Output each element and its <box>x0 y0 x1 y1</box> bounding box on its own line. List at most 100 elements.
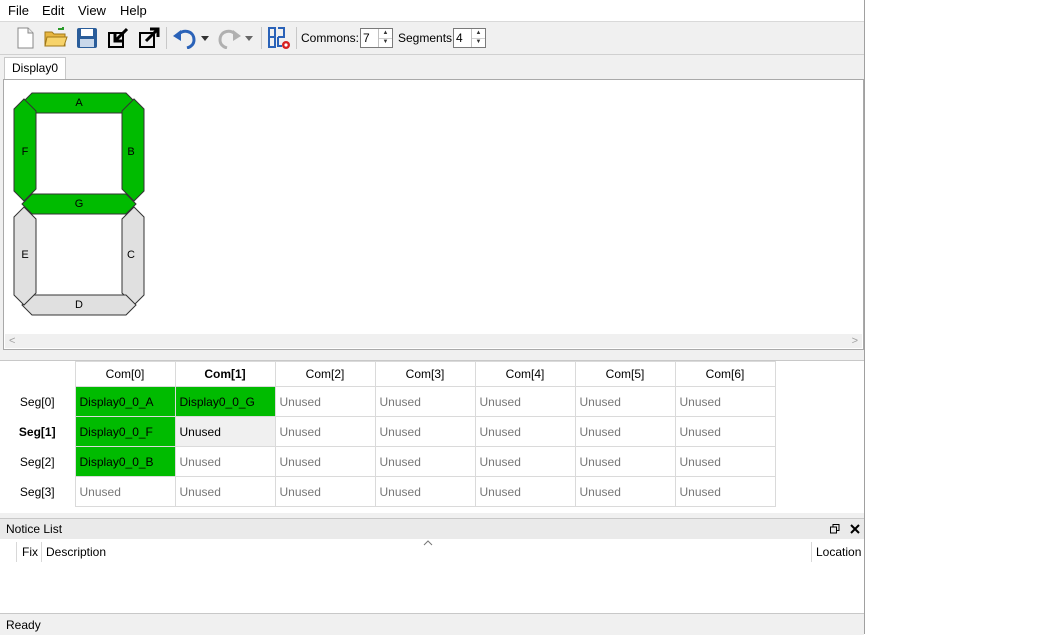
segment-label-a: A <box>75 97 83 109</box>
row-header-seg-0[interactable]: Seg[0] <box>0 387 75 417</box>
open-folder-icon <box>44 27 68 47</box>
open-file-button[interactable] <box>43 25 69 51</box>
export-button[interactable] <box>136 25 162 51</box>
redo-button[interactable] <box>216 25 242 51</box>
redo-dropdown[interactable] <box>242 25 256 51</box>
mapping-cell[interactable]: Unused <box>674 416 776 447</box>
mapping-cell[interactable]: Unused <box>574 446 676 477</box>
commons-spinbox[interactable]: 7 ▲ ▼ <box>360 28 393 48</box>
mapping-cell[interactable]: Display0_0_F <box>74 416 176 447</box>
tab-strip: Display0 <box>0 55 864 79</box>
column-header-com-5[interactable]: Com[5] <box>574 361 676 387</box>
commons-value: 7 <box>363 31 370 45</box>
mapping-cell[interactable]: Display0_0_G <box>174 386 276 417</box>
mapping-cell[interactable]: Unused <box>474 386 576 417</box>
column-header-com-6[interactable]: Com[6] <box>674 361 776 387</box>
mapping-cell[interactable]: Unused <box>574 386 676 417</box>
mapping-grid: Com[0] Com[1] Com[2] Com[3] Com[4] Com[5] Com[… <box>0 360 864 513</box>
scroll-right-icon[interactable]: > <box>852 334 858 348</box>
notice-list-titlebar: Notice List <box>0 518 864 540</box>
column-header-com-1[interactable]: Com[1] <box>174 361 276 387</box>
mapping-cell[interactable]: Unused <box>374 386 476 417</box>
chevron-down-icon <box>245 36 253 41</box>
column-location[interactable]: Location <box>816 545 861 559</box>
mapping-cell[interactable]: Unused <box>474 446 576 477</box>
segments-value: 4 <box>456 31 463 45</box>
save-disk-icon <box>77 28 97 48</box>
table-row: Seg[0] Display0_0_A Display0_0_G Unused Unus… <box>0 386 776 417</box>
segment-label-g: G <box>75 198 84 210</box>
column-description[interactable]: Description <box>46 545 106 559</box>
mapping-cell[interactable]: Unused <box>674 476 776 507</box>
application-window: File Edit View Help Commons: 7 ▲ ▼ Segme… <box>0 0 865 635</box>
commons-decrement-button[interactable]: ▼ <box>379 38 392 47</box>
column-separator <box>16 542 17 562</box>
mapping-cell[interactable]: Unused <box>374 476 476 507</box>
tab-display0[interactable]: Display0 <box>4 57 66 79</box>
column-separator <box>811 542 812 562</box>
menu-help[interactable]: Help <box>120 3 147 18</box>
row-header-seg-1[interactable]: Seg[1] <box>0 417 75 447</box>
toolbar-separator <box>261 27 262 49</box>
notice-list-title: Notice List <box>6 522 63 536</box>
mapping-cell[interactable]: Unused <box>674 446 776 477</box>
redo-icon <box>218 29 241 49</box>
column-header-com-3[interactable]: Com[3] <box>374 361 476 387</box>
mapping-cell[interactable]: Unused <box>574 476 676 507</box>
segments-spinbox[interactable]: 4 ▲ ▼ <box>453 28 486 48</box>
import-button[interactable] <box>105 25 131 51</box>
column-header-com-2[interactable]: Com[2] <box>274 361 376 387</box>
menu-bar: File Edit View Help <box>0 0 864 22</box>
save-button[interactable] <box>74 25 100 51</box>
mapping-cell[interactable]: Unused <box>274 476 376 507</box>
mapping-cell[interactable]: Unused <box>374 446 476 477</box>
mapping-cell[interactable]: Display0_0_B <box>74 446 176 477</box>
segments-spin-arrows: ▲ ▼ <box>471 29 485 47</box>
mapping-cell[interactable]: Unused <box>574 416 676 447</box>
mapping-cell[interactable]: Unused <box>474 416 576 447</box>
undo-dropdown[interactable] <box>198 25 212 51</box>
mapping-cell[interactable]: Display0_0_A <box>74 386 176 417</box>
restore-window-icon[interactable] <box>830 524 840 534</box>
mapping-cell[interactable]: Unused <box>174 446 276 477</box>
toolbar: Commons: 7 ▲ ▼ Segments: 4 ▲ ▼ <box>0 22 864 55</box>
menu-edit[interactable]: Edit <box>42 3 64 18</box>
status-text: Ready <box>6 618 41 632</box>
generate-button[interactable] <box>266 25 292 51</box>
column-header-com-0[interactable]: Com[0] <box>74 361 176 387</box>
table-row: Seg[2] Display0_0_B Unused Unused Unused Unus… <box>0 446 776 477</box>
menu-view[interactable]: View <box>78 3 106 18</box>
new-file-button[interactable] <box>12 25 38 51</box>
mapping-cell[interactable]: Unused <box>174 476 276 507</box>
mapping-cell[interactable]: Unused <box>74 476 176 507</box>
column-header-com-4[interactable]: Com[4] <box>474 361 576 387</box>
display-canvas: A B C D E F G < > <box>3 79 864 350</box>
mapping-cell[interactable]: Unused <box>674 386 776 417</box>
close-icon[interactable] <box>850 524 860 534</box>
segment-label-b: B <box>127 146 134 158</box>
mapping-cell[interactable]: Unused <box>374 416 476 447</box>
table-row: Seg[3] Unused Unused Unused Unused Unused Unus… <box>0 476 776 507</box>
new-file-icon <box>17 27 34 49</box>
mapping-cell[interactable]: Unused <box>274 446 376 477</box>
commons-spin-arrows: ▲ ▼ <box>378 29 392 47</box>
scroll-left-icon[interactable]: < <box>9 334 15 348</box>
undo-icon <box>173 29 196 49</box>
menu-file[interactable]: File <box>8 3 29 18</box>
notice-list-panel: Fix Description Location <box>0 539 864 613</box>
segments-decrement-button[interactable]: ▼ <box>472 38 485 47</box>
horizontal-scrollbar[interactable]: < > <box>5 334 862 348</box>
row-header-seg-3[interactable]: Seg[3] <box>0 477 75 507</box>
column-separator <box>41 542 42 562</box>
segment-settings-icon <box>268 27 290 49</box>
segment-label-c: C <box>127 249 135 261</box>
undo-button[interactable] <box>172 25 198 51</box>
column-fix[interactable]: Fix <box>22 545 38 559</box>
status-bar: Ready <box>0 613 864 635</box>
mapping-cell[interactable]: Unused <box>474 476 576 507</box>
mapping-cell[interactable]: Unused <box>274 416 376 447</box>
mapping-cell[interactable]: Unused <box>174 416 276 447</box>
mapping-cell[interactable]: Unused <box>274 386 376 417</box>
chevron-down-icon <box>201 36 209 41</box>
row-header-seg-2[interactable]: Seg[2] <box>0 447 75 477</box>
